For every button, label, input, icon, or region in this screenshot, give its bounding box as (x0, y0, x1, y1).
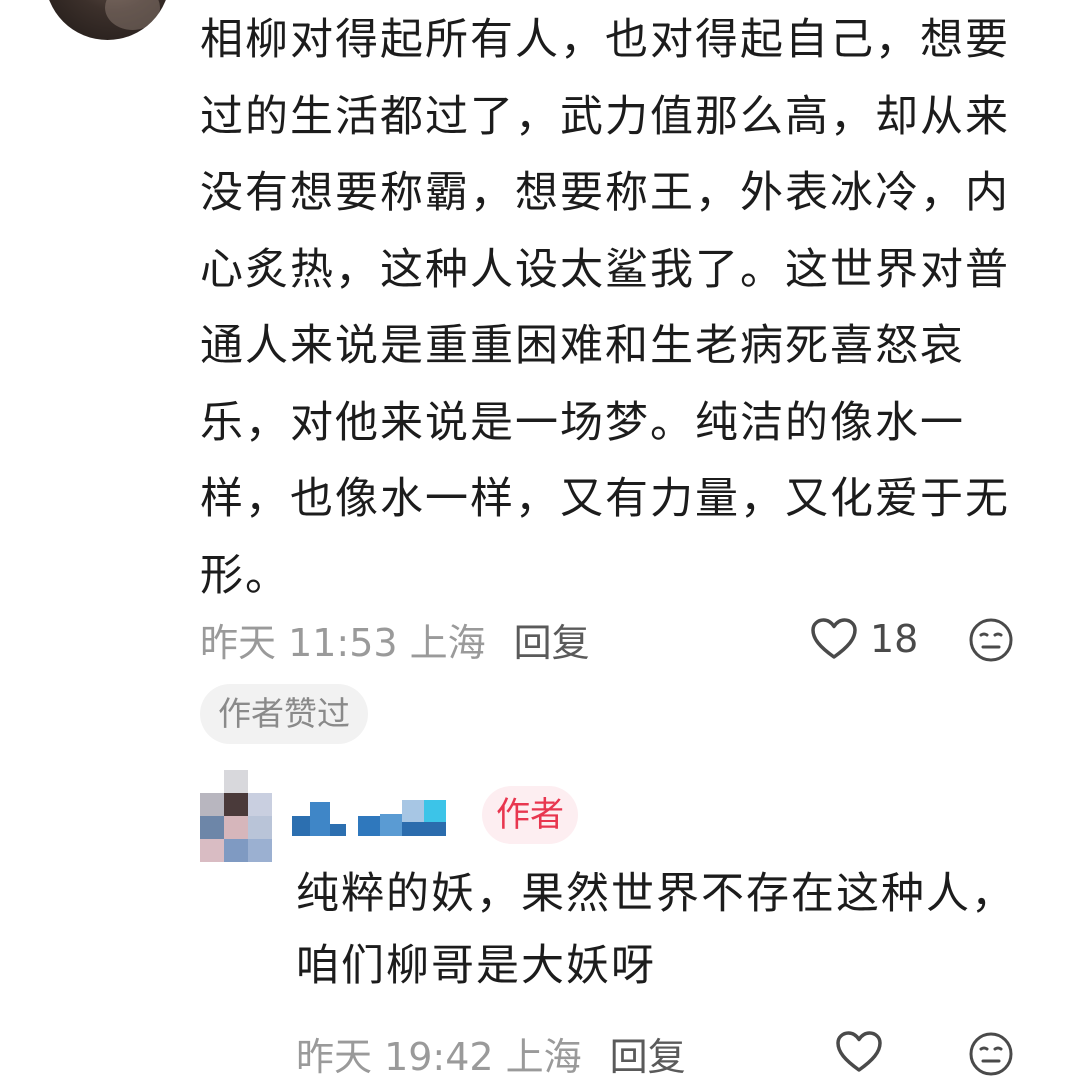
emoji-neutral-face-icon[interactable] (968, 617, 1014, 663)
comment-like-button[interactable]: 18 (810, 612, 918, 666)
emoji-neutral-face-icon[interactable] (968, 1031, 1014, 1077)
author-badge: 作者 (482, 786, 578, 844)
comment-text: 相柳对得起所有人，也对得起自己，想要过的生活都过了，武力值那么高，却从来没有想要… (200, 15, 1010, 601)
reply-avatar[interactable] (200, 770, 272, 862)
reply-text: 纯粹的妖，果然世界不存在这种人，咱们柳哥是大妖呀 (296, 869, 1016, 991)
heart-outline-icon[interactable] (835, 1030, 883, 1074)
reply-meta: 昨天 19:42 上海 回复 (296, 1026, 686, 1080)
comment-meta: 昨天 11:53 上海 回复 (200, 612, 590, 666)
like-count: 18 (870, 617, 919, 661)
comment-reply-button[interactable]: 回复 (514, 612, 590, 667)
reply-reply-button[interactable]: 回复 (610, 1026, 686, 1081)
heart-outline-icon (811, 618, 857, 659)
commenter-avatar[interactable] (45, 0, 170, 40)
reply-username[interactable] (292, 796, 468, 838)
author-liked-badge: 作者赞过 (200, 684, 368, 744)
comment-timestamp: 昨天 11:53 上海 (200, 620, 486, 665)
reply-timestamp: 昨天 19:42 上海 (296, 1034, 582, 1079)
